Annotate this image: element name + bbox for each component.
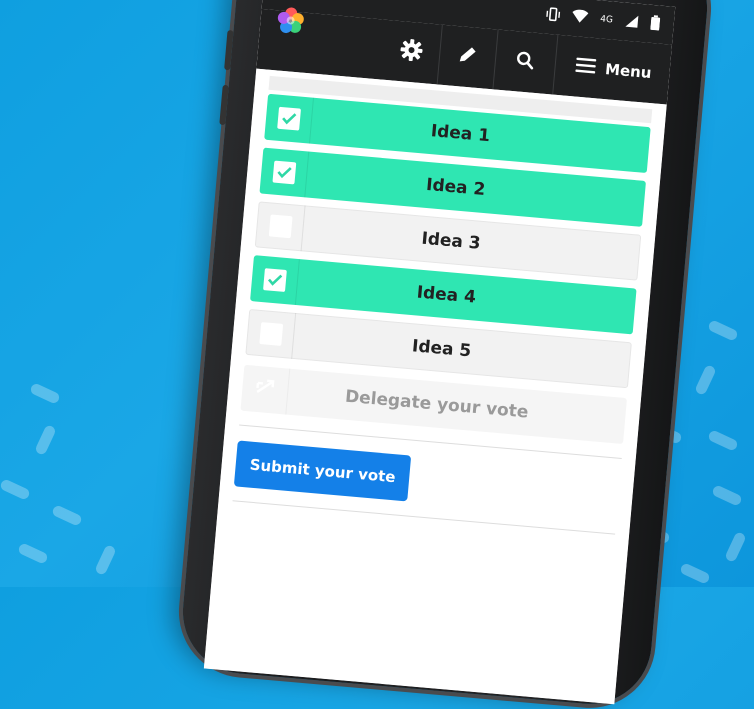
delegate-arrows-icon — [253, 377, 277, 403]
option-label: Idea 2 — [425, 174, 487, 201]
empty-checkbox — [268, 214, 293, 239]
ballot-form: Idea 1 Idea 2 Idea 3 Idea 4 Idea 5 Deleg… — [203, 68, 667, 705]
background-dash — [711, 484, 743, 507]
edit-button[interactable] — [436, 24, 498, 90]
checkbox[interactable] — [246, 309, 297, 359]
settings-gear-icon — [399, 38, 423, 66]
checkmark-icon — [276, 106, 301, 131]
checkbox[interactable] — [259, 147, 310, 198]
phone-screen: 4G Menu Idea 1 Idea 2 Idea 3 Idea 4 Idea… — [203, 0, 676, 705]
checkbox[interactable] — [255, 201, 306, 252]
search-icon — [515, 50, 535, 73]
background-dash — [17, 542, 49, 565]
background-dash — [694, 364, 717, 396]
network-type: 4G — [599, 14, 614, 26]
divider — [232, 500, 616, 535]
background-dash — [0, 478, 31, 501]
delegate-label: Delegate your vote — [344, 386, 530, 423]
settings-button[interactable] — [380, 20, 441, 85]
submit-vote-button[interactable]: Submit your vote — [233, 440, 412, 502]
checkmark-icon — [262, 268, 287, 292]
delegate-checkbox[interactable] — [240, 364, 291, 415]
hamburger-menu-icon — [574, 56, 596, 78]
option-label: Idea 4 — [415, 282, 477, 308]
background-dash — [34, 424, 57, 456]
option-label: Idea 3 — [420, 228, 482, 254]
background-dash — [29, 382, 61, 405]
app-logo-icon — [273, 4, 308, 39]
checkbox[interactable] — [250, 255, 300, 305]
option-label: Idea 5 — [411, 336, 472, 362]
background-dash — [679, 562, 711, 585]
menu-label: Menu — [604, 60, 653, 83]
background-dash — [94, 544, 117, 576]
battery-icon — [650, 15, 661, 34]
search-button[interactable] — [491, 29, 557, 95]
menu-button[interactable]: Menu — [551, 34, 672, 105]
vibrate-icon — [546, 6, 561, 24]
background-dash — [51, 504, 83, 527]
background-dash — [724, 531, 747, 563]
checkbox[interactable] — [264, 93, 314, 144]
wifi-icon — [572, 9, 589, 27]
signal-icon — [624, 13, 639, 31]
phone: 4G Menu Idea 1 Idea 2 Idea 3 Idea 4 Idea… — [177, 0, 713, 709]
empty-checkbox — [258, 321, 283, 346]
pencil-icon — [456, 44, 478, 70]
background-dash — [707, 319, 739, 342]
checkmark-icon — [271, 160, 296, 185]
background-dash — [707, 429, 739, 452]
